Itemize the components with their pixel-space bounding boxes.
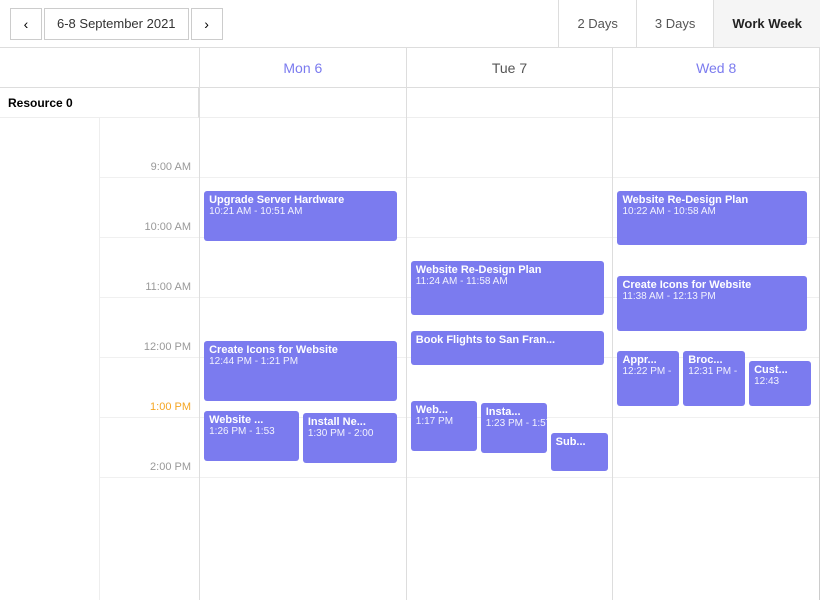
time-900: 9:00 AM [100,118,200,178]
event-mon-4[interactable]: Install Ne... 1:30 PM - 2:00 [303,413,398,463]
time-1200: 12:00 PM [100,298,200,358]
time-1000: 10:00 AM [100,178,200,238]
event-tue-4[interactable]: Insta... 1:23 PM - 1:57 [481,403,547,453]
nav-area: ‹ 6-8 September 2021 › [0,8,225,40]
tab-3days[interactable]: 3 Days [636,0,713,47]
date-range-display: 6-8 September 2021 [44,8,189,40]
event-tue-1[interactable]: Website Re-Design Plan 11:24 AM - 11:58 … [411,261,604,315]
calendar-grid: Mon 6 Tue 7 Wed 8 Resource 0 9:00 AM 10:… [0,48,820,600]
event-tue-3[interactable]: Web... 1:17 PM [411,401,477,451]
view-tabs: 2 Days 3 Days Work Week [558,0,820,47]
calendar-header: ‹ 6-8 September 2021 › 2 Days 3 Days Wor… [0,0,820,48]
resource-label: Resource 0 [8,96,73,110]
event-wed-1[interactable]: Website Re-Design Plan 10:22 AM - 10:58 … [617,191,806,245]
prev-button[interactable]: ‹ [10,8,42,40]
time-column: 9:00 AM 10:00 AM 11:00 AM 12:00 PM 1:00 … [100,118,200,600]
col-header-wed: Wed 8 [613,48,820,87]
event-wed-2[interactable]: Create Icons for Website 11:38 AM - 12:1… [617,276,806,331]
mon-1100 [200,238,406,298]
tab-2days[interactable]: 2 Days [558,0,635,47]
wed-900 [613,118,819,178]
empty-col [0,118,100,600]
mon-900 [200,118,406,178]
event-mon-1[interactable]: Upgrade Server Hardware 10:21 AM - 10:51… [204,191,397,241]
grid-body: Resource 0 9:00 AM 10:00 AM 11:00 AM 12:… [0,88,820,600]
event-wed-3[interactable]: Appr... 12:22 PM - [617,351,679,406]
tue-1000 [407,178,613,238]
col-monday: Upgrade Server Hardware 10:21 AM - 10:51… [200,88,407,600]
event-tue-2[interactable]: Book Flights to San Fran... [411,331,604,365]
event-wed-4[interactable]: Broc... 12:31 PM - [683,351,745,406]
event-mon-2[interactable]: Create Icons for Website 12:44 PM - 1:21… [204,341,397,401]
time-100: 1:00 PM [100,358,200,418]
event-mon-3[interactable]: Website ... 1:26 PM - 1:53 [204,411,299,461]
col-header-mon: Mon 6 [200,48,407,87]
event-tue-5[interactable]: Sub... [551,433,609,471]
event-wed-5[interactable]: Cust... 12:43 [749,361,811,406]
col-header-tue: Tue 7 [407,48,614,87]
time-200: 2:00 PM [100,418,200,478]
wed-200 [613,418,819,478]
tue-900 [407,118,613,178]
tab-workweek[interactable]: Work Week [713,0,820,47]
header-spacer [0,48,200,87]
col-wednesday: Website Re-Design Plan 10:22 AM - 10:58 … [613,88,820,600]
time-1100: 11:00 AM [100,238,200,298]
col-tuesday: Website Re-Design Plan 11:24 AM - 11:58 … [407,88,614,600]
column-headers: Mon 6 Tue 7 Wed 8 [0,48,820,88]
next-button[interactable]: › [191,8,223,40]
